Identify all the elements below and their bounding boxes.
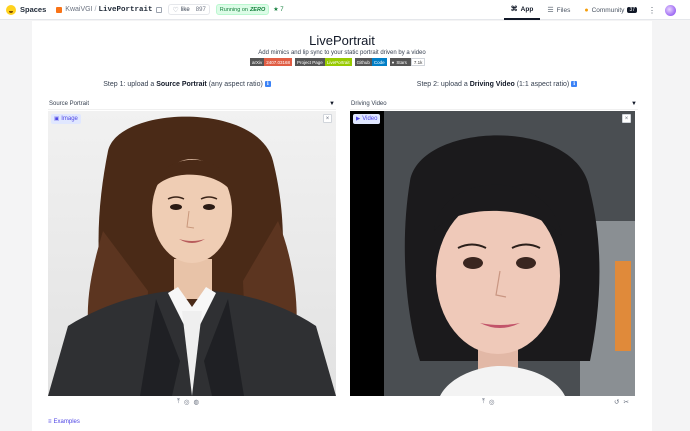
more-options-button[interactable]: ⋮ <box>648 6 656 15</box>
community-icon: ● <box>584 6 589 14</box>
info-icon: ℹ <box>264 81 271 88</box>
upload-icon[interactable]: ⤒ <box>482 398 485 406</box>
app-container: LivePortrait Add mimics and lip sync to … <box>32 21 652 431</box>
tab-app-label: App <box>520 5 534 13</box>
source-portrait-label: Source Portrait <box>49 101 90 107</box>
examples-icon: ≡ <box>48 419 52 425</box>
like-count: 897 <box>195 6 206 13</box>
tab-files[interactable]: ☰ Files <box>540 0 577 20</box>
owner-avatar-icon <box>56 6 63 13</box>
tab-files-label: Files <box>556 6 571 14</box>
info-icon: ℹ <box>571 81 578 88</box>
stars-badge-label: Stars <box>396 59 407 65</box>
step1-bold: Source Portrait <box>156 81 207 88</box>
github-badge-left: Github <box>354 58 372 66</box>
source-portrait-panel: Source Portrait ▼ ▣ Image × ⤒ ◎ ◍ <box>48 99 336 421</box>
step2-suffix: (1:1 aspect ratio) <box>516 81 570 88</box>
driving-video-panel: Driving Video ▼ ▶ Video × ⤒ ◎ ↺ ✂ <box>350 99 638 421</box>
tab-app[interactable]: ⌘ App <box>503 0 541 20</box>
image-icon: ▣ <box>54 116 60 122</box>
copy-icon[interactable] <box>156 6 163 13</box>
step2-bold: Driving Video <box>469 81 515 88</box>
step1-heading: Step 1: upload a Source Portrait (any as… <box>62 81 312 88</box>
github-stars-left: ● Stars <box>389 58 411 66</box>
star-count[interactable]: ★ 7 <box>273 6 283 13</box>
video-tag-label: Video <box>362 116 378 122</box>
page-subtitle: Add mimics and lip sync to your static p… <box>258 50 426 56</box>
video-tag: ▶ Video <box>353 114 381 124</box>
breadcrumb-separator: / <box>94 6 97 13</box>
upload-icon[interactable]: ⤒ <box>177 398 180 406</box>
source-portrait-image <box>48 111 336 396</box>
image-tag: ▣ Image <box>51 114 81 124</box>
badge-row: arXiv 2407.03168 Project Page LivePortra… <box>250 58 428 66</box>
driving-video-player <box>350 111 635 396</box>
project-page-badge[interactable]: Project Page LivePortrait <box>295 58 352 66</box>
github-badge-right: Code <box>371 58 387 66</box>
spaces-link[interactable]: Spaces <box>20 5 46 14</box>
huggingface-logo-icon[interactable] <box>6 4 16 15</box>
app-icon: ⌘ <box>510 6 518 13</box>
driving-video-label: Driving Video <box>351 101 387 107</box>
video-edit-tools: ↺ ✂ <box>612 398 631 406</box>
project-badge-left: Project Page <box>295 58 325 66</box>
stars-badge-count: 7.1k <box>410 58 426 66</box>
user-avatar[interactable] <box>665 5 676 16</box>
repo-name-link[interactable]: LivePortrait <box>98 6 152 14</box>
heart-icon: ♡ <box>172 6 179 14</box>
video-icon: ▶ <box>356 116 361 122</box>
github-badge[interactable]: Github Code <box>354 58 387 66</box>
image-tag-label: Image <box>61 116 78 122</box>
files-icon: ☰ <box>547 7 554 14</box>
like-button[interactable]: ♡ like 897 <box>168 4 210 15</box>
collapse-triangle-icon[interactable]: ▼ <box>329 101 335 107</box>
page-title: LivePortrait <box>309 33 375 48</box>
driving-video-frame[interactable]: ▶ Video × <box>350 111 635 396</box>
step1-prefix: Step 1: upload a <box>103 81 155 88</box>
collapse-triangle-icon[interactable]: ▼ <box>631 101 637 107</box>
driving-video-accordion[interactable]: Driving Video ▼ <box>350 99 638 110</box>
source-image-frame[interactable]: ▣ Image × <box>48 111 336 396</box>
step2-prefix: Step 2: upload a <box>416 81 468 88</box>
source-portrait-accordion[interactable]: Source Portrait ▼ <box>48 99 336 110</box>
step1-suffix: (any aspect ratio) <box>208 81 263 88</box>
arxiv-badge-right: 2407.03168 <box>264 58 293 66</box>
webcam-icon[interactable]: ◎ <box>489 398 495 406</box>
stars-badge[interactable]: ● Stars 7.1k <box>389 58 426 66</box>
examples-label: Examples <box>53 419 80 425</box>
trim-icon[interactable]: ✂ <box>623 398 628 406</box>
running-label: Running on <box>219 6 248 13</box>
clear-video-button[interactable]: × <box>622 114 631 123</box>
community-count-badge: 37 <box>627 7 637 13</box>
arxiv-badge[interactable]: arXiv 2407.03168 <box>250 58 293 66</box>
owner-link[interactable]: KwaiVGI <box>65 6 92 13</box>
clipboard-icon[interactable]: ◍ <box>194 398 200 406</box>
arxiv-badge-left: arXiv <box>250 58 265 66</box>
project-badge-right: LivePortrait <box>324 58 352 66</box>
webcam-icon[interactable]: ◎ <box>184 398 190 406</box>
tab-community[interactable]: ● Community 37 <box>577 0 644 20</box>
like-label: like <box>180 6 190 13</box>
running-hardware: ZERO <box>249 6 266 13</box>
clear-image-button[interactable]: × <box>323 114 332 123</box>
source-tools: ⤒ ◎ ◍ <box>175 398 201 406</box>
undo-icon[interactable]: ↺ <box>614 398 619 406</box>
running-status-badge[interactable]: Running on ZERO <box>215 4 270 15</box>
step2-heading: Step 2: upload a Driving Video (1:1 aspe… <box>372 81 622 88</box>
examples-toggle[interactable]: ≡ Examples <box>48 419 80 425</box>
driving-tools: ⤒ ◎ <box>480 398 497 406</box>
space-nav: ⌘ App ☰ Files ● Community 37 ⋮ <box>503 0 664 20</box>
tab-community-label: Community <box>591 6 625 14</box>
